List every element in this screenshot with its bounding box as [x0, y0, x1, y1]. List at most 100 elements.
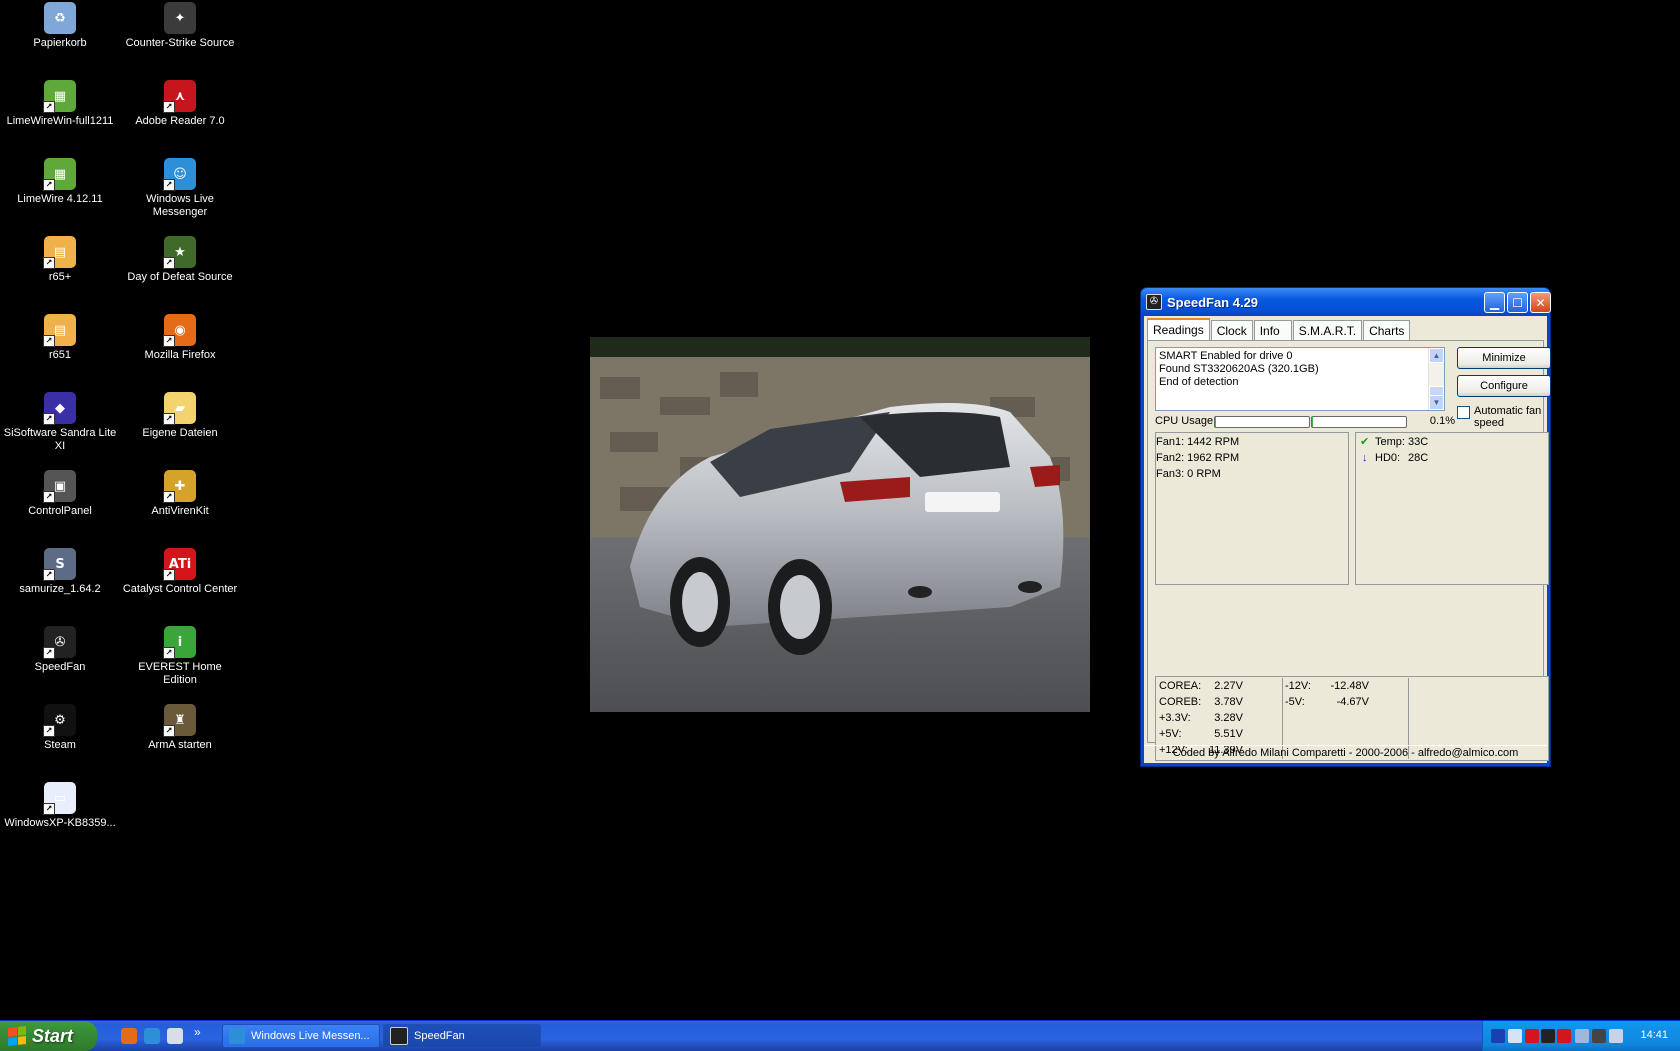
tray-speedfan-icon[interactable]: [1592, 1029, 1606, 1043]
temperature-row: ✔ Temp: 33C: [1356, 434, 1548, 450]
speedfan-window: ✇ SpeedFan 4.29 ▁ ☐ ✕ Readings Clock Inf…: [1140, 287, 1551, 767]
speedfan-icon: [390, 1027, 408, 1045]
shortcut-arrow-icon: ↗: [163, 101, 175, 113]
desktop-icon[interactable]: ♻Papierkorb: [0, 2, 120, 50]
start-label: Start: [32, 1026, 73, 1047]
shortcut-arrow-icon: ↗: [43, 179, 55, 191]
desktop-icon[interactable]: ▤↗r651: [0, 314, 120, 362]
samurize-icon: S↗: [44, 548, 76, 580]
maximize-window-button[interactable]: ☐: [1507, 292, 1528, 313]
detection-log[interactable]: SMART Enabled for drive 0 Found ST332062…: [1155, 347, 1445, 411]
messenger-icon[interactable]: [144, 1028, 160, 1044]
taskbar-window-label: SpeedFan: [414, 1030, 465, 1042]
tray-volume-icon[interactable]: [1609, 1029, 1623, 1043]
minimize-button[interactable]: Minimize: [1457, 347, 1551, 369]
control-panel-icon: ▣↗: [44, 470, 76, 502]
close-window-button[interactable]: ✕: [1530, 292, 1551, 313]
temperature-label: Temp:: [1375, 434, 1405, 450]
desktop-icon[interactable]: ◆↗SiSoftware Sandra Lite XI: [0, 392, 120, 453]
desktop-icon[interactable]: ☺↗Windows Live Messenger: [120, 158, 240, 219]
firefox-icon[interactable]: [121, 1028, 137, 1044]
shortcut-arrow-icon: ↗: [163, 647, 175, 659]
start-button[interactable]: Start: [0, 1021, 97, 1051]
desktop-icon[interactable]: ATi↗Catalyst Control Center: [120, 548, 240, 596]
limewire-icon: ▦↗: [44, 158, 76, 190]
voltage-label: -12V:: [1285, 678, 1311, 694]
taskbar-window-messenger[interactable]: Windows Live Messen...: [222, 1024, 380, 1048]
voltage-row: -5V:-4.67V: [1282, 694, 1408, 710]
shortcut-arrow-icon: ↗: [43, 491, 55, 503]
messenger-icon: [229, 1028, 245, 1044]
tray-steam-icon[interactable]: [1541, 1029, 1555, 1043]
arrow-down-icon: ↓: [1362, 450, 1368, 466]
voltage-label: +5V:: [1159, 726, 1182, 742]
my-documents-icon: ▰↗: [164, 392, 196, 424]
desktop-icon[interactable]: ◉↗Mozilla Firefox: [120, 314, 240, 362]
desktop-icon-label: Adobe Reader 7.0: [120, 115, 240, 128]
tab-readings[interactable]: Readings: [1147, 318, 1210, 341]
shortcut-arrow-icon: ↗: [163, 257, 175, 269]
desktop-icon-label: LimeWireWin-full1211: [0, 115, 120, 128]
shortcut-arrow-icon: ↗: [43, 335, 55, 347]
tray-network-icon[interactable]: [1508, 1029, 1522, 1043]
desktop-icon-label: AntiVirenKit: [120, 505, 240, 518]
desktop-icon[interactable]: ♜↗ArmA starten: [120, 704, 240, 752]
scroll-down-button[interactable]: ▼: [1429, 395, 1444, 410]
fan-reading: Fan2: 1962 RPM: [1156, 450, 1348, 466]
speedfan-icon: ✇↗: [44, 626, 76, 658]
tray-ati-icon[interactable]: [1557, 1029, 1571, 1043]
desktop-icon[interactable]: S↗ samurize_1.64.2: [0, 548, 120, 596]
voltage-label: COREB:: [1159, 694, 1201, 710]
shortcut-arrow-icon: ↗: [43, 647, 55, 659]
desktop-icon[interactable]: ★↗Day of Defeat Source: [120, 236, 240, 284]
log-line: End of detection: [1159, 376, 1441, 389]
tab-clock[interactable]: Clock: [1211, 320, 1253, 341]
desktop-icon[interactable]: ▤↗r65+: [0, 236, 120, 284]
taskbar-window-speedfan[interactable]: SpeedFan: [383, 1024, 541, 1048]
tray-antivirus-icon[interactable]: [1525, 1029, 1539, 1043]
tray-messenger-icon[interactable]: [1575, 1029, 1589, 1043]
desktop-icon[interactable]: ⚙↗Steam: [0, 704, 120, 752]
shortcut-arrow-icon: ↗: [43, 101, 55, 113]
desktop-icon-label: WindowsXP-KB8359...: [0, 817, 120, 830]
desktop-icon-label: samurize_1.64.2: [0, 583, 120, 596]
voltage-row: -12V:-12.48V: [1282, 678, 1408, 694]
desktop-icon-label: Eigene Dateien: [120, 427, 240, 440]
tab-smart[interactable]: S.M.A.R.T.: [1293, 320, 1362, 341]
chevron-up-icon: ▲: [1433, 351, 1441, 360]
shortcut-arrow-icon: ↗: [43, 569, 55, 581]
system-tray: 14:41: [1482, 1021, 1680, 1051]
sandra-icon: ◆↗: [44, 392, 76, 424]
desktop-icon-label: LimeWire 4.12.11: [0, 193, 120, 206]
desktop-icon[interactable]: ▭↗WindowsXP-KB8359...: [0, 782, 120, 830]
desktop-icon[interactable]: ▦↗ LimeWireWin-full1211: [0, 80, 120, 128]
quick-launch-overflow[interactable]: »: [194, 1025, 201, 1039]
tab-charts[interactable]: Charts: [1363, 320, 1410, 341]
voltage-value: 3.78V: [1196, 694, 1243, 710]
voltage-label: -5V:: [1285, 694, 1305, 710]
minimize-window-button[interactable]: ▁: [1484, 292, 1505, 313]
desktop-icon[interactable]: ▣↗ControlPanel: [0, 470, 120, 518]
adobe-reader-icon: ⋏↗: [164, 80, 196, 112]
desktop-icon[interactable]: ✚↗AntiVirenKit: [120, 470, 240, 518]
log-scrollbar[interactable]: ▲ ▼: [1428, 348, 1444, 410]
desktop-icon[interactable]: ▦↗ LimeWire 4.12.11: [0, 158, 120, 206]
fan-reading: Fan3: 0 RPM: [1156, 466, 1348, 482]
limewire-installer-icon: ▦↗: [44, 80, 76, 112]
desktop-icon-label: ArmA starten: [120, 739, 240, 752]
desktop-icon[interactable]: ✦Counter-Strike Source: [120, 2, 240, 50]
desktop-icon[interactable]: ✇↗SpeedFan: [0, 626, 120, 674]
scroll-up-button[interactable]: ▲: [1429, 348, 1444, 363]
automatic-fan-speed-checkbox[interactable]: [1457, 406, 1470, 419]
check-icon: ✔: [1360, 434, 1369, 450]
automatic-fan-speed-label: Automatic fan speed: [1474, 405, 1554, 429]
tray-app-icon[interactable]: [1491, 1029, 1505, 1043]
tab-info[interactable]: Info: [1254, 320, 1292, 341]
configure-button[interactable]: Configure: [1457, 375, 1551, 397]
voltage-label: COREA:: [1159, 678, 1201, 694]
media-player-icon[interactable]: [167, 1028, 183, 1044]
desktop-icon[interactable]: ⋏↗ Adobe Reader 7.0: [120, 80, 240, 128]
temperature-value: 28C: [1408, 450, 1428, 466]
desktop-icon[interactable]: i↗EVEREST Home Edition: [120, 626, 240, 687]
desktop-icon[interactable]: ▰↗ Eigene Dateien: [120, 392, 240, 440]
